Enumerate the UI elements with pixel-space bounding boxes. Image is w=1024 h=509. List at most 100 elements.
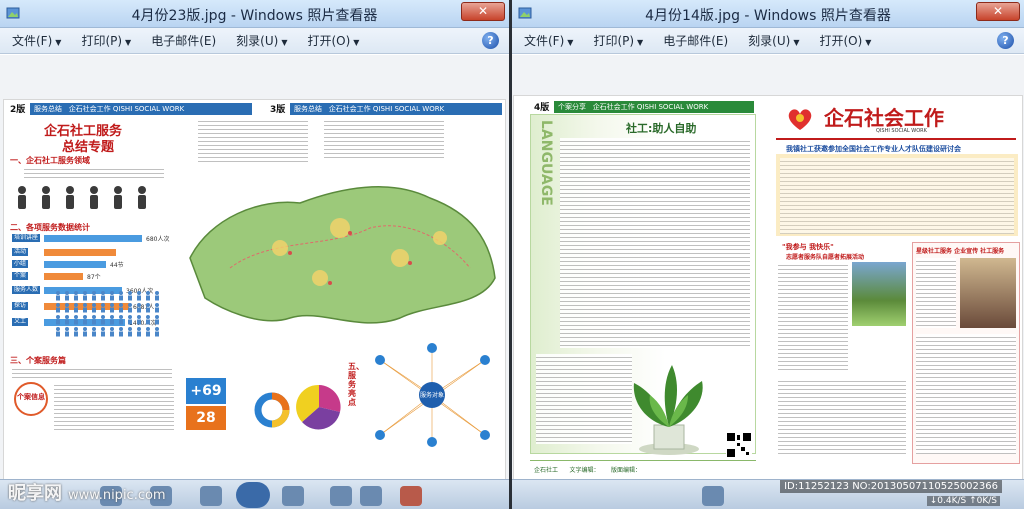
stat-row-label: 培训讲座 <box>12 234 41 242</box>
story-body-lines <box>778 378 906 456</box>
article-body-lines <box>560 138 750 348</box>
person-icon-body <box>155 319 159 325</box>
menu-file[interactable]: 文件(F) ▼ <box>12 32 61 49</box>
people-grid-icons <box>56 291 159 337</box>
rotate-right-icon[interactable] <box>360 486 382 506</box>
person-icon-head <box>56 327 60 331</box>
rotate-left-icon[interactable] <box>330 486 352 506</box>
newspaper-page-image: 4版 个案分享 企石社会工作 QISHI SOCIAL WORK LANGUAG… <box>513 95 1023 495</box>
previous-icon[interactable] <box>200 486 222 506</box>
person-icon-body <box>128 319 132 325</box>
service-people-icons <box>18 186 146 209</box>
menu-open[interactable]: 打开(O) ▼ <box>307 32 359 49</box>
person-icon-head <box>56 291 60 295</box>
person-icon-head <box>155 315 159 319</box>
pie-chart <box>296 384 341 430</box>
menu-email[interactable]: 电子邮件(E) <box>151 32 216 49</box>
page-header-bar: 服务总结 企石社会工作 QISHI SOCIAL WORK <box>290 103 502 115</box>
person-icon-head <box>155 327 159 331</box>
delete-icon[interactable] <box>400 486 422 506</box>
masthead-rule <box>776 138 1016 140</box>
menu-email[interactable]: 电子邮件(E) <box>663 32 728 49</box>
stat-bar <box>44 249 116 256</box>
person-icon-head <box>146 303 150 307</box>
stat-row-label: 个案 <box>12 272 29 280</box>
person-icon-body <box>110 319 114 325</box>
menu-file[interactable]: 文件(F) ▼ <box>524 32 573 49</box>
title-bar[interactable]: 4月份14版.jpg - Windows 照片查看器 ✕ <box>512 0 1024 28</box>
menu-burn[interactable]: 刻录(U) ▼ <box>236 32 287 49</box>
person-icon-head <box>92 315 96 319</box>
stat-row-label: 小组 <box>12 260 29 268</box>
person-icon-body <box>137 331 141 337</box>
person-icon-body <box>101 295 105 301</box>
person-icon-body <box>146 319 150 325</box>
photo-viewer-window-left: 4月份23版.jpg - Windows 照片查看器 ✕ 文件(F) ▼ 打印(P… <box>0 0 509 509</box>
person-icon-head <box>119 315 123 319</box>
person-icon-body <box>146 307 150 313</box>
activity-photo <box>852 262 906 326</box>
person-icon-body <box>56 295 60 301</box>
masthead-subtitle: QISHI SOCIAL WORK <box>876 128 927 134</box>
menu-print[interactable]: 打印(P) ▼ <box>81 32 131 49</box>
person-icon-body <box>146 295 150 301</box>
case-list-lines <box>54 382 174 432</box>
person-icon-head <box>146 315 150 319</box>
service-network-diagram: 服务对象 <box>375 343 490 447</box>
sub-headline: 志愿者服务队自愿者拓展活动 <box>786 254 865 261</box>
title-bar[interactable]: 4月份23版.jpg - Windows 照片查看器 ✕ <box>0 0 509 28</box>
person-icon-body <box>137 307 141 313</box>
stat-row-label: 探访 <box>12 302 29 310</box>
image-viewport[interactable]: 2版 服务总结 企石社会工作 QISHI SOCIAL WORK 3版 服务总结… <box>0 55 509 509</box>
person-icon-head <box>92 291 96 295</box>
person-icon-head <box>155 291 159 295</box>
person-icon-head <box>137 315 141 319</box>
zoom-icon[interactable] <box>702 486 724 506</box>
network-speed: ↓0.4K/S ↑0K/S <box>926 496 1000 506</box>
person-icon-body <box>56 331 60 337</box>
person-icon-body <box>128 331 132 337</box>
person-icon-head <box>56 315 60 319</box>
person-icon-body <box>101 319 105 325</box>
person-icon-body <box>65 319 69 325</box>
person-icon-body <box>128 307 132 313</box>
person-icon-head <box>110 327 114 331</box>
masthead: 企石社会工作 <box>824 106 944 130</box>
person-icon-body <box>110 307 114 313</box>
callout-lines <box>324 118 444 158</box>
person-icon-body <box>74 307 78 313</box>
person-icon-head <box>155 303 159 307</box>
person-icon-head <box>83 291 87 295</box>
article-title: 社工:助人自助 <box>626 122 697 135</box>
person-icon-body <box>155 307 159 313</box>
person-icon-body <box>65 295 69 301</box>
paragraph-lines <box>24 166 164 180</box>
menu-open[interactable]: 打开(O) ▼ <box>819 32 871 49</box>
town-map <box>189 186 496 324</box>
menu-burn[interactable]: 刻录(U) ▼ <box>748 32 799 49</box>
person-icon-head <box>83 327 87 331</box>
person-icon-body <box>119 319 123 325</box>
person-icon-body <box>74 319 78 325</box>
person-icon-head <box>74 327 78 331</box>
image-viewport[interactable]: 4版 个案分享 企石社会工作 QISHI SOCIAL WORK LANGUAG… <box>512 55 1024 509</box>
person-icon-body <box>128 295 132 301</box>
close-button[interactable]: ✕ <box>461 2 505 21</box>
person-icon-body <box>56 319 60 325</box>
help-icon[interactable]: ? <box>482 32 499 49</box>
menu-bar: 文件(F) ▼ 打印(P) ▼ 电子邮件(E) 刻录(U) ▼ 打开(O) ▼ ? <box>0 28 509 54</box>
slideshow-icon[interactable] <box>236 482 270 508</box>
person-icon-body <box>83 319 87 325</box>
next-icon[interactable] <box>282 486 304 506</box>
menu-print[interactable]: 打印(P) ▼ <box>593 32 643 49</box>
help-icon[interactable]: ? <box>997 32 1014 49</box>
event-photo <box>960 258 1016 328</box>
person-icon-head <box>128 327 132 331</box>
person-icon-head <box>101 291 105 295</box>
story-body-lines <box>916 258 956 328</box>
person-icon-body <box>155 331 159 337</box>
headline: 总结专题 <box>62 140 115 155</box>
person-icon-head <box>110 315 114 319</box>
close-button[interactable]: ✕ <box>976 2 1020 21</box>
person-icon-body <box>56 307 60 313</box>
